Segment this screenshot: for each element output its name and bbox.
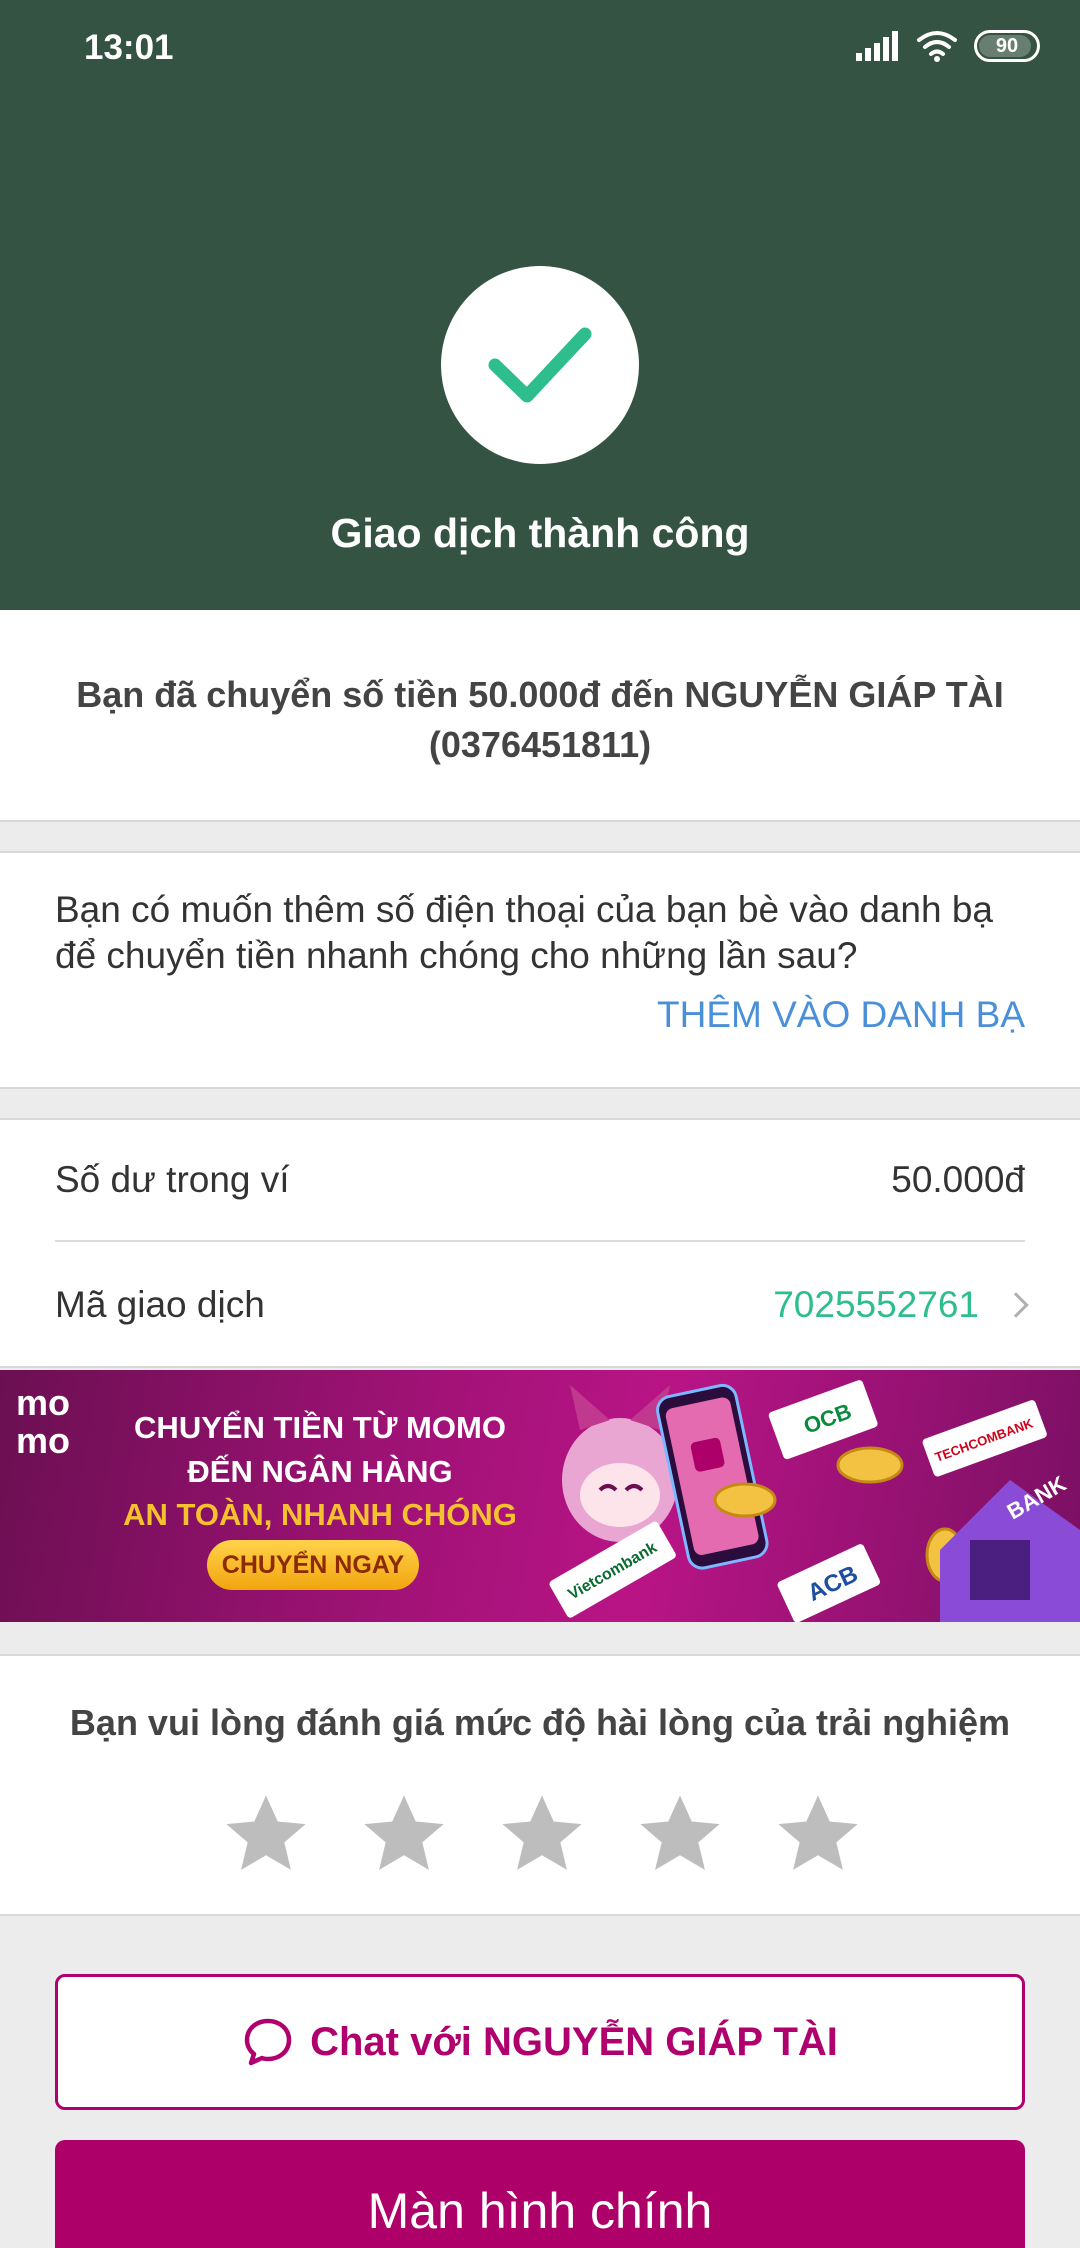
transaction-id-link[interactable]: 7025552761: [773, 1284, 1029, 1326]
star-2-icon[interactable]: [360, 1790, 448, 1878]
star-5-icon[interactable]: [774, 1790, 862, 1878]
battery-indicator: 90: [974, 30, 1040, 62]
banner-illustration: OCB TECHCOMBANK Vietcombank ACB BANK: [549, 1380, 1080, 1622]
star-4-icon[interactable]: [636, 1790, 724, 1878]
success-check-badge: [441, 266, 639, 464]
promo-banner[interactable]: mo mo CHUYỂN TIỀN TỪ MOMO ĐẾN NGÂN HÀNG …: [0, 1370, 1080, 1622]
rating-prompt: Bạn vui lòng đánh giá mức độ hài lòng củ…: [69, 1702, 1011, 1743]
add-contact-prompt: Bạn có muốn thêm số điện thoại của bạn b…: [55, 889, 994, 976]
transaction-id-row[interactable]: Mã giao dịch 7025552761: [55, 1244, 1029, 1366]
banner-cta-button[interactable]: CHUYỂN NGAY: [207, 1540, 419, 1590]
balance-label: Số dư trong ví: [55, 1159, 290, 1200]
balance-value: 50.000đ: [891, 1159, 1025, 1200]
star-3-icon[interactable]: [498, 1790, 586, 1878]
chat-button[interactable]: Chat với NGUYỄN GIÁP TÀI: [55, 1974, 1025, 2110]
banner-headline-3: AN TOÀN, NHANH CHÓNG: [123, 1497, 517, 1532]
checkmark-icon: [488, 327, 592, 403]
wifi-icon: [917, 31, 957, 62]
banner-headline-1: CHUYỂN TIỀN TỪ MOMO: [134, 1410, 506, 1445]
bank-building-icon: BANK: [940, 1471, 1080, 1622]
techcombank-card: TECHCOMBANK: [922, 1400, 1047, 1477]
home-screen-button-label: Màn hình chính: [367, 2183, 713, 2239]
transfer-summary-card: Bạn đã chuyển số tiền 50.000đ đến NGUYỄN…: [0, 610, 1080, 822]
battery-level: 90: [995, 34, 1019, 57]
signal-icon: [856, 31, 898, 61]
page-title: Giao dịch thành công: [330, 510, 750, 556]
phone-icon: [656, 1383, 769, 1570]
star-rating[interactable]: [222, 1790, 862, 1878]
transaction-id-label: Mã giao dịch: [55, 1284, 265, 1325]
transfer-summary-text: Bạn đã chuyển số tiền 50.000đ đến NGUYỄN…: [76, 674, 1004, 765]
acb-card: ACB: [777, 1544, 881, 1622]
status-icons: 90: [856, 30, 1040, 62]
chevron-right-icon: [1003, 1292, 1029, 1318]
home-screen-button[interactable]: Màn hình chính: [55, 2140, 1025, 2248]
add-to-contacts-link[interactable]: THÊM VÀO DANH BẠ: [657, 994, 1025, 1036]
transaction-id-value: 7025552761: [773, 1284, 979, 1325]
star-1-icon[interactable]: [222, 1790, 310, 1878]
banner-headline-2: ĐẾN NGÂN HÀNG: [187, 1454, 453, 1489]
status-time: 13:01: [84, 28, 174, 67]
balance-row: Số dư trong ví 50.000đ: [55, 1120, 1025, 1242]
add-contact-card: Bạn có muốn thêm số điện thoại của bạn b…: [0, 851, 1080, 1089]
chat-bubble-icon: [244, 2018, 292, 2066]
chat-button-label: Chat với NGUYỄN GIÁP TÀI: [310, 2019, 838, 2064]
success-header: 13:01 90 Giao dịch thành công: [0, 0, 1080, 610]
